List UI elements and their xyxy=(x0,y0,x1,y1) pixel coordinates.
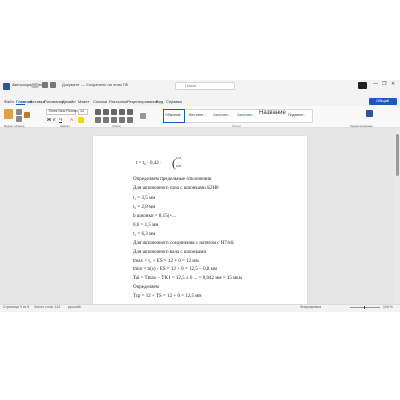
tab-design[interactable]: Дизайн xyxy=(62,99,75,104)
equation-lhs: t = t₀ · 0,42 · xyxy=(136,161,162,166)
minimize-button[interactable]: — xyxy=(373,81,378,87)
zoom-level[interactable]: 100 % xyxy=(383,305,393,309)
status-words[interactable]: Число слов: 412 xyxy=(34,305,60,309)
doc-line-11: tmin = ti(s) - ES = 12 + 0 = 12,5 − 0,8 … xyxy=(133,267,217,272)
tab-layout[interactable]: Макет xyxy=(78,99,89,104)
doc-line-6: 0,6 = 1,5 мм xyxy=(133,223,159,228)
tab-mailings[interactable]: Рассылки xyxy=(109,99,127,104)
increase-indent-icon[interactable] xyxy=(127,109,133,115)
line-spacing-icon[interactable] xyxy=(127,117,133,123)
active-tab-indicator xyxy=(16,104,25,105)
align-center-icon[interactable] xyxy=(103,117,109,123)
equation-sup: 0,53 xyxy=(176,156,182,160)
doc-line-2: Для шпоночного паза с шпонками Б2Н0 xyxy=(133,186,219,191)
font-color-button[interactable]: A xyxy=(70,117,73,122)
autosave-toggle[interactable] xyxy=(31,83,39,88)
style-no-spacing[interactable]: Без инте... xyxy=(189,113,206,117)
doc-line-8: Для шпоночного соединения с натягом с Н7… xyxy=(133,241,235,246)
show-marks-icon[interactable] xyxy=(140,113,146,119)
style-heading-2[interactable]: Заголово... xyxy=(237,113,255,117)
doc-line-1: Определяем предельные отклонения xyxy=(133,177,212,182)
style-title[interactable]: Название xyxy=(259,110,286,116)
bold-button[interactable]: Ж xyxy=(47,117,51,122)
underline-button[interactable]: Ч xyxy=(59,117,62,122)
justify-icon[interactable] xyxy=(119,117,125,123)
word-logo-icon xyxy=(3,83,10,90)
align-right-icon[interactable] xyxy=(111,117,117,123)
status-language[interactable]: русский xyxy=(68,305,81,309)
zoom-slider[interactable] xyxy=(350,307,380,308)
style-heading-1[interactable]: Заголово... xyxy=(213,113,231,117)
style-normal[interactable]: Обычный xyxy=(165,113,180,117)
doc-line-10: tmax = t₁ + ES = 12 + 0 = 12 мм xyxy=(133,259,199,264)
doc-line-14: Tcp = 12 + TS = 12 + 0 = 12,5 мм xyxy=(133,294,202,299)
highlight-icon[interactable] xyxy=(78,117,84,123)
doc-line-12: Tai = Tmax − TK1 = 12,5 ± 6 ... = 0,042 … xyxy=(133,276,242,281)
focus-mode-button[interactable]: Фокусировка xyxy=(300,305,321,309)
bullets-icon[interactable] xyxy=(95,109,101,115)
tab-help[interactable]: Справка xyxy=(166,99,182,104)
decrease-indent-icon[interactable] xyxy=(119,109,125,115)
undo-icon[interactable] xyxy=(50,82,56,88)
tab-file[interactable]: Файл xyxy=(4,99,14,104)
tab-view[interactable]: Вид xyxy=(156,99,163,104)
font-size-value: 14 xyxy=(80,109,84,113)
paste-icon[interactable] xyxy=(4,109,13,119)
align-left-icon[interactable] xyxy=(95,117,101,123)
screen-top-margin xyxy=(0,0,400,80)
document-title: Документ — Сохранено на этом ПК xyxy=(62,82,129,87)
scrollbar-thumb[interactable] xyxy=(396,134,399,176)
format-painter-icon[interactable] xyxy=(24,112,30,118)
font-name-value: Times New Roman xyxy=(48,109,78,113)
equation-sub: 0,82 xyxy=(176,164,182,168)
search-placeholder: Поиск xyxy=(185,83,197,88)
copy-icon[interactable] xyxy=(16,116,22,122)
doc-line-7: t₁ = 6,3 мм xyxy=(133,232,156,237)
doc-line-4: t₂ = 2,8 мм xyxy=(133,205,156,210)
doc-line-5: b шпонки = 8,15(+... xyxy=(133,214,176,219)
doc-line-9: Для шпоночного вала с шпонками xyxy=(133,250,207,255)
cut-icon[interactable] xyxy=(16,109,22,115)
save-icon[interactable] xyxy=(42,82,48,88)
zoom-slider-knob[interactable] xyxy=(364,306,365,309)
close-button[interactable]: ✕ xyxy=(391,81,395,87)
numbering-icon[interactable] xyxy=(103,109,109,115)
multilevel-list-icon[interactable] xyxy=(111,109,117,115)
tab-references[interactable]: Ссылки xyxy=(93,99,107,104)
status-page[interactable]: Страница 3 из 5 xyxy=(3,305,29,309)
style-subtitle[interactable]: Подзагол... xyxy=(288,113,306,117)
tab-insert[interactable]: Вставка xyxy=(30,99,45,104)
screen-bottom-margin xyxy=(0,312,400,400)
editing-icon[interactable] xyxy=(366,110,373,117)
maximize-button[interactable]: ❐ xyxy=(382,81,386,87)
italic-button[interactable]: К xyxy=(53,117,56,122)
doc-line-13: Определяем xyxy=(133,285,159,290)
doc-line-3: t₁ = 3,5 мм xyxy=(133,196,156,201)
search-input[interactable] xyxy=(175,82,235,90)
avatar[interactable] xyxy=(358,82,367,89)
tab-review[interactable]: Рецензирование xyxy=(127,99,158,104)
